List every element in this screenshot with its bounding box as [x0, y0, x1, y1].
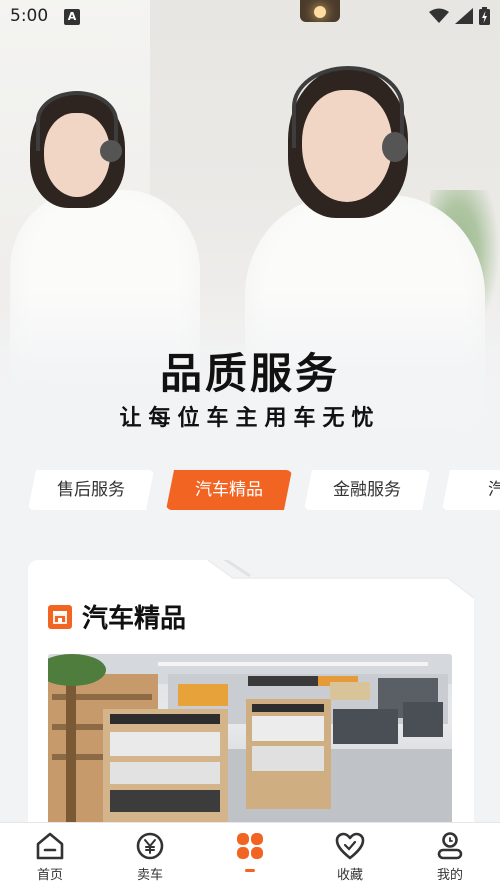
nav-profile-label: 我的 [436, 868, 463, 883]
clover-logo-icon [237, 833, 263, 859]
nav-sell-car[interactable]: 卖车 [100, 823, 200, 888]
nav-favorites-label: 收藏 [336, 868, 363, 883]
bottom-navigation: 首页 卖车 收藏 我的 [0, 822, 500, 888]
home-icon [36, 832, 64, 860]
yen-coin-icon [136, 832, 164, 860]
hero-subtitle: 让每位车主用车无忧 [119, 406, 381, 431]
nav-sell-car-label: 卖车 [136, 868, 163, 883]
card-header: 汽车精品 [48, 598, 186, 635]
store-icon [48, 604, 72, 629]
hero-title: 品质服务 [159, 349, 340, 398]
active-indicator [245, 869, 255, 872]
tab-car-accessories[interactable]: 汽车精品 [166, 470, 292, 510]
heart-icon [335, 832, 365, 860]
category-tabs: 售后服务 汽车精品 金融服务 汽车 [28, 470, 500, 510]
nav-profile[interactable]: 我的 [400, 823, 500, 888]
accessories-store-photo[interactable] [48, 654, 452, 824]
wifi-icon [429, 8, 449, 23]
notification-icon: A [64, 9, 80, 25]
user-icon [437, 832, 463, 860]
signal-icon [455, 8, 473, 24]
nav-favorites[interactable]: 收藏 [300, 823, 400, 888]
tab-finance[interactable]: 金融服务 [304, 470, 430, 510]
tab-car-more[interactable]: 汽车 [442, 470, 500, 510]
nav-home-label: 首页 [36, 868, 63, 883]
status-time: 5:00 [10, 6, 49, 26]
nav-center-logo[interactable] [200, 823, 300, 888]
card-title: 汽车精品 [82, 604, 187, 634]
status-bar: 5:00 A [0, 0, 500, 34]
nav-home[interactable]: 首页 [0, 823, 100, 888]
tab-after-sales[interactable]: 售后服务 [28, 470, 154, 510]
battery-icon [479, 7, 490, 25]
